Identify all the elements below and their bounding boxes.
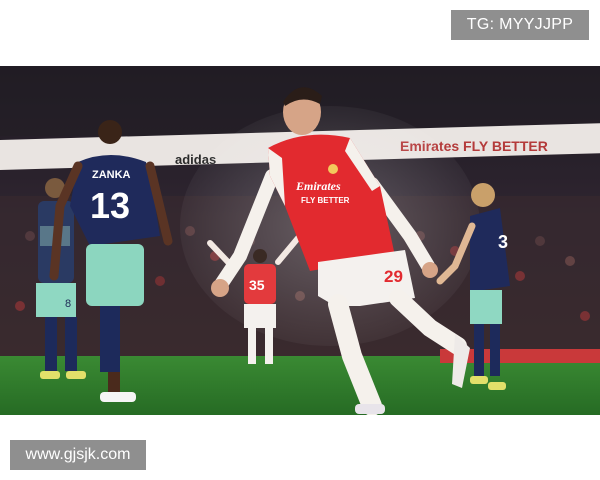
sponsor-line-2: FLY BETTER: [301, 196, 350, 205]
watermark-top: TG: MYYJJPP: [451, 10, 589, 40]
watermark-bottom: www.gjsjk.com: [10, 440, 146, 470]
right-opponent-number: 3: [498, 232, 508, 252]
club-crest-icon: [328, 164, 338, 174]
sponsor-line-1: Emirates: [295, 179, 341, 193]
pitch: [0, 356, 600, 415]
teammate-number: 35: [249, 277, 265, 293]
main-player-shorts-number: 29: [384, 267, 403, 286]
photo-canvas: adidas Emirates FLY BETTER 35 8 ZANKA 13…: [0, 66, 600, 415]
player-name-zanka: ZANKA: [92, 169, 131, 181]
player-number-13: 13: [90, 185, 130, 226]
left-opponent-shorts-number: 8: [65, 298, 71, 310]
match-photo: adidas Emirates FLY BETTER 35 8 ZANKA 13…: [0, 66, 600, 415]
page: TG: MYYJJPP adidas Emirates FLY BETTER 3…: [0, 0, 600, 480]
